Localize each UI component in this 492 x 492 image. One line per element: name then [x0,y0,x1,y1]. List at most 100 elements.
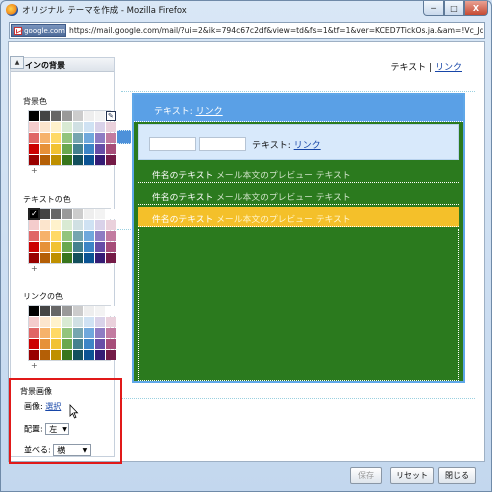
color-swatch[interactable] [40,133,50,143]
color-swatch[interactable] [40,317,50,327]
color-swatch[interactable] [95,339,105,349]
close-button[interactable]: 閉じる [438,467,476,484]
color-swatch[interactable] [40,306,50,316]
top-link[interactable]: リンク [435,63,462,73]
color-swatch[interactable] [29,231,39,241]
color-swatch[interactable] [51,111,61,121]
color-swatch[interactable] [84,231,94,241]
minimize-button[interactable]: ─ [423,1,444,16]
color-swatch[interactable] [40,253,50,263]
color-swatch[interactable] [73,144,83,154]
color-swatch[interactable] [95,133,105,143]
bg-color-more-button[interactable]: + [31,166,38,175]
color-swatch[interactable] [84,253,94,263]
color-swatch[interactable] [51,133,61,143]
sidebar-scroll-up-button[interactable]: ▲ [10,56,24,69]
color-swatch[interactable] [84,317,94,327]
color-swatch[interactable]: ✓ [28,208,40,220]
color-swatch[interactable] [62,242,72,252]
save-button[interactable]: 保存 [350,467,382,484]
color-swatch[interactable] [51,253,61,263]
color-swatch[interactable] [84,328,94,338]
color-swatch[interactable] [73,209,83,219]
site-identity-badge[interactable]: google.com [11,24,66,37]
color-swatch[interactable] [62,133,72,143]
bg-tile-select[interactable]: 横 ▼ [53,444,92,456]
color-swatch[interactable] [106,306,116,316]
color-swatch[interactable] [40,350,50,360]
color-swatch[interactable] [73,306,83,316]
color-swatch[interactable] [62,350,72,360]
color-swatch[interactable] [29,111,39,121]
color-swatch[interactable] [29,317,39,327]
color-swatch[interactable] [73,122,83,132]
color-swatch[interactable] [84,306,94,316]
color-swatch[interactable] [62,111,72,121]
color-swatch[interactable] [95,306,105,316]
color-swatch[interactable] [51,328,61,338]
color-swatch[interactable] [95,209,105,219]
color-swatch[interactable] [62,231,72,241]
color-swatch[interactable] [51,242,61,252]
color-swatch[interactable] [62,209,72,219]
color-swatch[interactable] [84,111,94,121]
color-swatch[interactable] [84,350,94,360]
color-swatch[interactable] [62,253,72,263]
color-swatch[interactable] [29,306,39,316]
text-color-more-button[interactable]: + [31,264,38,273]
color-swatch[interactable] [40,111,50,121]
color-swatch[interactable] [95,144,105,154]
color-swatch[interactable] [95,155,105,165]
color-swatch[interactable] [29,253,39,263]
color-swatch[interactable] [106,350,116,360]
color-swatch[interactable] [84,220,94,230]
close-window-button[interactable]: X [464,1,488,16]
color-swatch[interactable] [51,339,61,349]
color-swatch[interactable] [95,122,105,132]
color-swatch[interactable] [73,253,83,263]
color-swatch[interactable] [106,253,116,263]
color-swatch[interactable] [51,350,61,360]
color-swatch[interactable] [62,220,72,230]
color-swatch[interactable] [29,144,39,154]
color-swatch[interactable] [73,317,83,327]
color-swatch[interactable] [84,339,94,349]
color-swatch[interactable] [95,242,105,252]
link-color-more-button[interactable]: + [31,361,38,370]
color-swatch[interactable] [62,317,72,327]
color-swatch[interactable] [106,209,116,219]
color-swatch[interactable] [51,220,61,230]
color-swatch[interactable] [29,220,39,230]
color-swatch[interactable] [62,339,72,349]
color-swatch[interactable] [40,231,50,241]
bg-image-select-link[interactable]: 選択 [45,402,61,411]
color-swatch[interactable] [95,111,105,121]
color-swatch[interactable] [40,209,50,219]
color-swatch[interactable] [62,328,72,338]
color-swatch[interactable] [29,328,39,338]
color-swatch[interactable] [29,350,39,360]
color-swatch[interactable] [40,122,50,132]
color-swatch[interactable] [51,317,61,327]
color-swatch[interactable] [29,339,39,349]
color-swatch[interactable] [29,133,39,143]
color-swatch[interactable] [73,111,83,121]
color-swatch[interactable] [106,122,116,132]
color-swatch[interactable] [51,231,61,241]
color-swatch[interactable] [106,144,116,154]
color-swatch[interactable] [73,350,83,360]
color-swatch[interactable] [95,253,105,263]
color-swatch[interactable] [106,242,116,252]
color-swatch[interactable] [73,155,83,165]
color-swatch[interactable] [62,306,72,316]
color-swatch[interactable] [95,350,105,360]
bg-position-select[interactable]: 左 ▼ [45,423,70,435]
color-swatch[interactable] [95,317,105,327]
color-swatch[interactable] [73,328,83,338]
address-bar[interactable]: google.com https://mail.google.com/mail/… [9,22,485,39]
color-swatch[interactable] [84,209,94,219]
color-swatch[interactable] [84,242,94,252]
color-swatch[interactable] [51,144,61,154]
color-swatch[interactable] [40,220,50,230]
color-swatch[interactable] [29,122,39,132]
